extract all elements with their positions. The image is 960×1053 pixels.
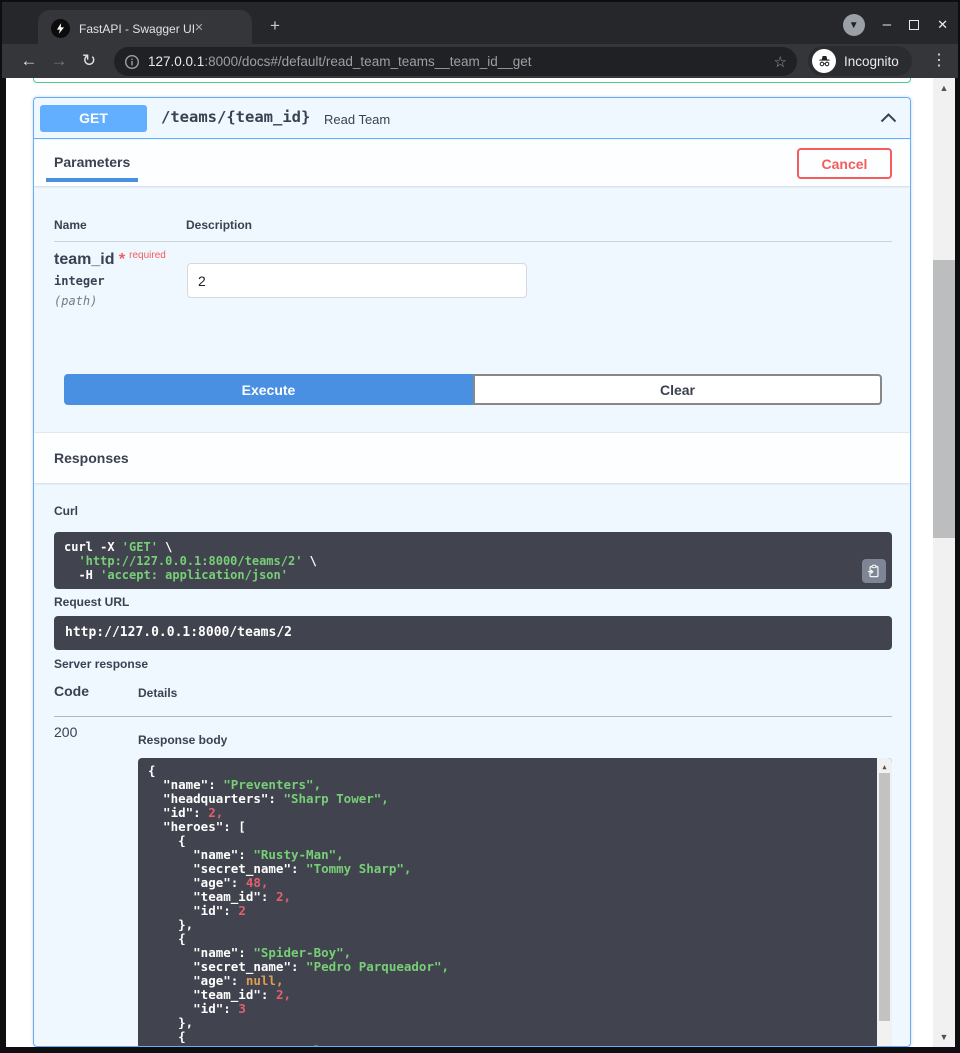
incognito-badge: Incognito — [808, 46, 912, 76]
opblock-get-teams: GET /teams/{team_id} Read Team Parameter… — [33, 97, 911, 1047]
details-column-header: Details — [138, 686, 177, 700]
curl-code: curl -X 'GET' \ 'http://127.0.0.1:8000/t… — [64, 540, 882, 582]
active-tab-underline — [46, 178, 138, 182]
scroll-up-arrow-icon[interactable]: ▲ — [877, 760, 892, 774]
page-scrollbar-thumb[interactable] — [933, 260, 955, 538]
param-location: (path) — [54, 294, 97, 308]
required-star: * — [114, 251, 125, 268]
opblock-summary[interactable]: GET /teams/{team_id} Read Team — [34, 98, 910, 139]
swagger-page: GET /teams/{team_id} Read Team Parameter… — [6, 78, 933, 1047]
minimize-button[interactable]: – — [883, 20, 891, 30]
incognito-label: Incognito — [844, 54, 899, 69]
previous-opblock-edge — [33, 78, 911, 83]
team-id-input[interactable] — [187, 263, 527, 298]
close-button[interactable]: ✕ — [937, 17, 948, 33]
tab-search-icon[interactable]: ▼ — [843, 14, 865, 36]
request-url-label: Request URL — [54, 595, 129, 609]
address-bar[interactable]: 127.0.0.1:8000/docs#/default/read_team_t… — [114, 47, 797, 76]
response-body-label: Response body — [138, 733, 227, 747]
execute-bar: Execute Clear — [64, 374, 882, 405]
response-scrollbar-thumb[interactable] — [879, 773, 890, 1021]
incognito-icon — [812, 49, 836, 73]
browser-window: FastAPI - Swagger UI ✕ + ▼ – ✕ ← → ↻ 127… — [0, 0, 960, 1053]
forward-icon: → — [44, 51, 74, 71]
url-text: 127.0.0.1:8000/docs#/default/read_team_t… — [148, 54, 532, 69]
page-scroll-up-icon[interactable]: ▲ — [933, 83, 955, 93]
server-response-label: Server response — [54, 657, 148, 671]
response-body-scrollbar[interactable]: ▲ — [877, 758, 892, 1047]
url-host: 127.0.0.1 — [148, 54, 204, 69]
execute-button[interactable]: Execute — [64, 374, 473, 405]
endpoint-summary: Read Team — [324, 112, 390, 127]
column-header-description: Description — [186, 218, 252, 232]
responses-title: Responses — [54, 450, 129, 466]
tab-strip: FastAPI - Swagger UI ✕ + ▼ – ✕ — [2, 2, 958, 44]
curl-command: curl -X 'GET' \ 'http://127.0.0.1:8000/t… — [54, 532, 892, 589]
code-column-header: Code — [54, 683, 89, 699]
param-type: integer — [54, 274, 105, 288]
reload-icon[interactable]: ↻ — [74, 51, 104, 71]
required-label: required — [129, 250, 166, 261]
bookmark-star-icon[interactable]: ☆ — [774, 53, 787, 71]
clear-button[interactable]: Clear — [473, 374, 882, 405]
browser-menu-icon[interactable]: ⋮ — [928, 50, 950, 70]
response-body-block: { "name": "Preventers", "headquarters": … — [138, 758, 892, 1047]
responses-header: Responses — [34, 433, 910, 483]
back-icon[interactable]: ← — [14, 51, 44, 71]
page-scroll-down-icon[interactable]: ▼ — [933, 1032, 955, 1042]
tab-close-icon[interactable]: ✕ — [190, 18, 208, 36]
new-tab-button[interactable]: + — [264, 16, 286, 38]
fastapi-favicon-icon — [51, 19, 70, 38]
page-scrollbar[interactable]: ▲ ▼ — [933, 78, 955, 1047]
site-info-icon[interactable] — [124, 54, 140, 70]
request-url-value: http://127.0.0.1:8000/teams/2 — [54, 616, 892, 650]
param-name: team_id *required — [54, 250, 166, 269]
url-path: :8000/docs#/default/read_team_teams__tea… — [204, 54, 531, 69]
response-body-json: { "name": "Preventers", "headquarters": … — [148, 764, 868, 1047]
table-header-divider — [54, 241, 892, 242]
parameters-header: Parameters Cancel — [34, 140, 910, 186]
tab-parameters: Parameters — [54, 154, 130, 170]
response-table-divider — [54, 716, 892, 717]
curl-label: Curl — [54, 504, 78, 518]
status-code: 200 — [54, 724, 77, 740]
endpoint-path: /teams/{team_id} — [161, 108, 310, 126]
copy-to-clipboard-button[interactable] — [862, 559, 886, 583]
browser-toolbar: ← → ↻ 127.0.0.1:8000/docs#/default/read_… — [2, 44, 958, 78]
tab-title: FastAPI - Swagger UI — [79, 22, 195, 36]
column-header-name: Name — [54, 218, 87, 232]
method-badge: GET — [40, 105, 147, 132]
collapse-chevron-icon[interactable] — [880, 110, 897, 128]
maximize-button[interactable] — [909, 20, 919, 30]
cancel-button[interactable]: Cancel — [797, 148, 892, 179]
